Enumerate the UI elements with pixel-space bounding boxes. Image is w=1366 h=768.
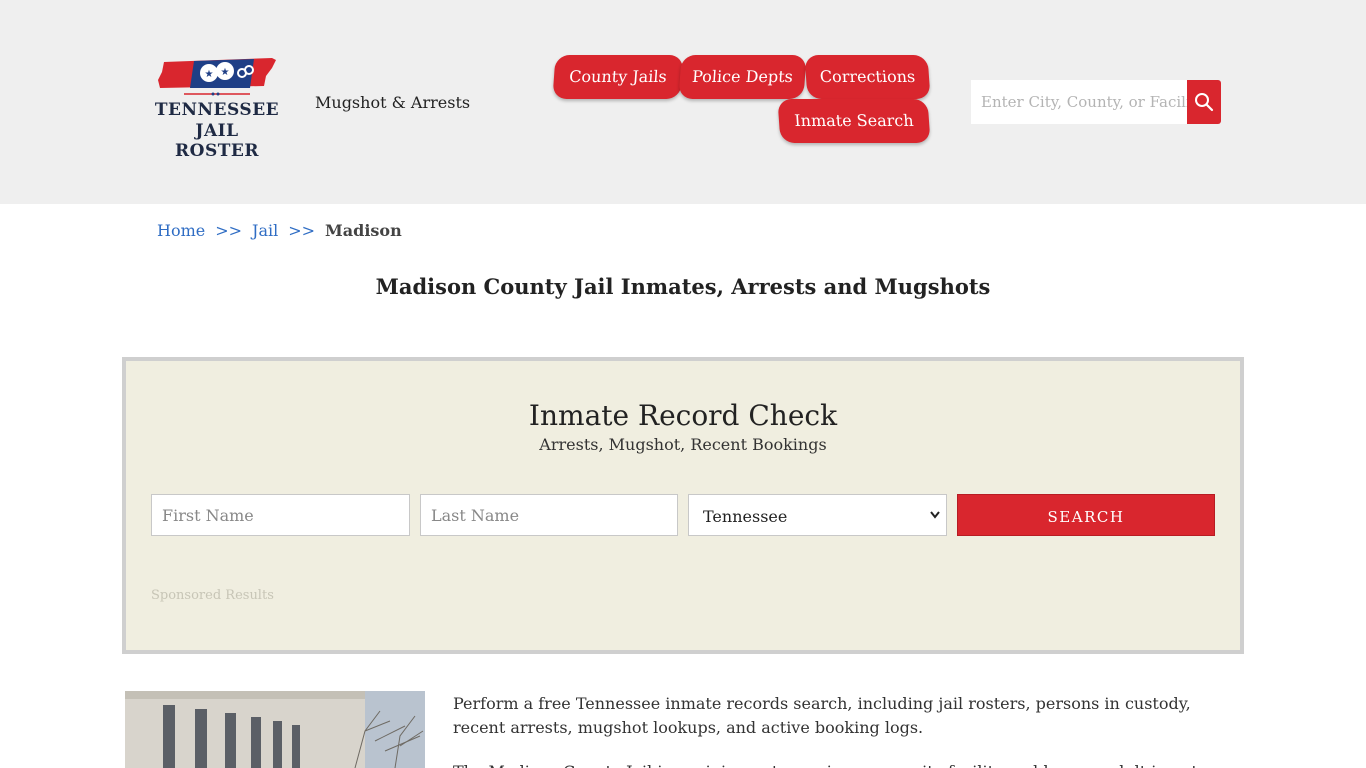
site-tagline: Mugshot & Arrests: [315, 93, 471, 112]
breadcrumb: Home >> Jail >> Madison: [157, 221, 402, 240]
page-title: Madison County Jail Inmates, Arrests and…: [375, 274, 991, 299]
facility-paragraph: The Madison County Jail is a minimum to …: [453, 760, 1233, 768]
record-search-button[interactable]: SEARCH: [957, 494, 1215, 536]
svg-text:★: ★: [221, 67, 230, 78]
breadcrumb-separator: >>: [288, 221, 316, 240]
site-logo[interactable]: ★ ★ TENNESSEE JAIL ROSTER: [154, 56, 280, 161]
nav-county-jails-label: County Jails: [568, 67, 668, 86]
nav-police-depts-label: Police Depts: [691, 67, 794, 86]
jail-building-photo: [125, 691, 425, 768]
nav-corrections-label: Corrections: [819, 67, 916, 86]
header-search-input[interactable]: [971, 80, 1187, 124]
breadcrumb-home[interactable]: Home: [157, 221, 205, 240]
tennessee-state-icon: ★ ★: [158, 58, 276, 96]
nav-county-jails[interactable]: County Jails: [552, 55, 684, 99]
site-header: ★ ★ TENNESSEE JAIL ROSTER Mugshot & Arre…: [0, 0, 1366, 204]
first-name-input[interactable]: [151, 494, 410, 536]
header-search-button[interactable]: [1187, 80, 1221, 124]
search-icon: [1195, 93, 1214, 112]
header-search: [971, 80, 1221, 124]
record-check-subtitle: Arrests, Mugshot, Recent Bookings: [539, 435, 827, 454]
last-name-input[interactable]: [420, 494, 678, 536]
svg-text:★: ★: [205, 69, 214, 80]
breadcrumb-current: Madison: [325, 221, 402, 240]
logo-line-2: JAIL ROSTER: [175, 121, 259, 161]
nav-inmate-search[interactable]: Inmate Search: [777, 99, 931, 143]
nav-inmate-search-label: Inmate Search: [793, 111, 915, 130]
breadcrumb-separator: >>: [215, 221, 243, 240]
state-select-value: Tennessee: [703, 507, 788, 526]
state-select[interactable]: Tennessee: [688, 494, 947, 536]
inmate-record-check-panel: Inmate Record Check Arrests, Mugshot, Re…: [122, 357, 1244, 654]
chevron-down-icon: [930, 511, 940, 519]
breadcrumb-jail[interactable]: Jail: [252, 221, 278, 240]
logo-line-1: TENNESSEE: [154, 100, 280, 120]
building-image: [125, 691, 425, 768]
nav-police-depts[interactable]: Police Depts: [678, 55, 807, 99]
sponsored-results-label: Sponsored Results: [151, 588, 274, 603]
intro-paragraph: Perform a free Tennessee inmate records …: [453, 694, 1191, 737]
nav-corrections[interactable]: Corrections: [804, 55, 931, 99]
record-check-title: Inmate Record Check: [528, 399, 838, 432]
